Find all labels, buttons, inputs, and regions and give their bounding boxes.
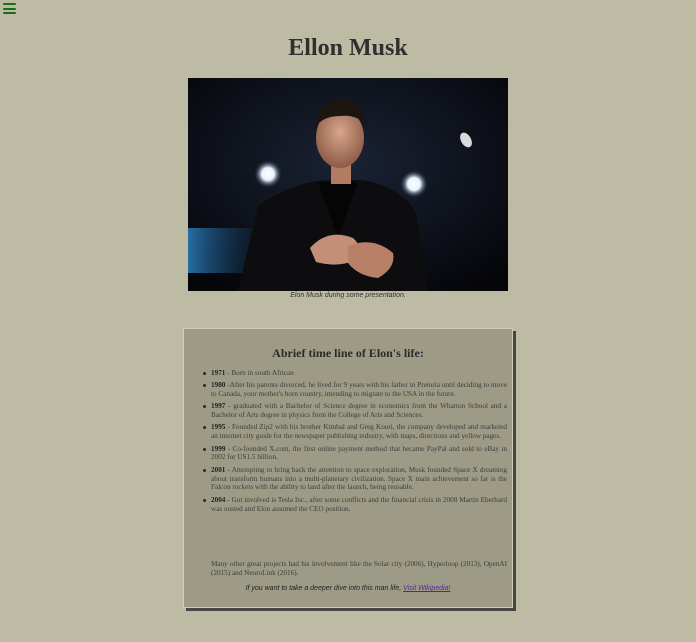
timeline-year: 2001 [211,465,226,474]
wikipedia-cta: If you want to take a deeper dive into t… [184,585,512,592]
timeline-item: 1997 - graduated with a Bachelor of Scie… [203,402,507,420]
wikipedia-cta-text: If you want to take a deeper dive into t… [245,585,404,592]
timeline-year: 2004 [211,495,226,504]
photo-illustration [188,78,508,291]
timeline-item: 2001 - Attempting to bring back the atte… [203,465,507,493]
page-title: Ellon Musk [288,35,408,61]
photo-caption: Elon Musk during some presentation. [290,292,406,299]
timeline-text: - Attempting to bring back the attention… [211,465,507,492]
timeline-list: 1971 - Born in south African 1980 -After… [203,369,507,517]
timeline-text: - Born in south African [225,369,294,377]
timeline-item: 1971 - Born in south African [203,369,507,378]
timeline-year: 1997 [211,402,226,411]
timeline-heading: Abrief time line of Elon's life: [272,346,424,360]
timeline-text: -After his parents divorced, he lived fo… [211,381,507,399]
timeline-text: - Founded Zip2 with his brother Kimbal a… [211,423,507,441]
timeline-item: 1999 - Co-founded X.com, the first onlin… [203,444,507,463]
menu-bar [3,12,16,14]
timeline-item: 1995 - Founded Zip2 with his brother Kim… [203,423,507,441]
projects-note: Many other great projects had his involv… [211,560,507,577]
timeline-item: 1980 -After his parents divorced, he liv… [203,381,507,399]
timeline-text: - graduated with a Bachelor of Science d… [211,402,507,420]
hamburger-menu-icon[interactable] [3,3,16,14]
timeline-year: 1971 [211,369,226,377]
wikipedia-link[interactable]: Visit Wikipedia! [403,585,450,592]
menu-bar [3,7,16,10]
timeline-year: 1995 [211,423,226,432]
timeline-year: 1980 [211,381,226,390]
timeline-year: 1999 [211,444,226,453]
elon-musk-photo [188,78,508,291]
timeline-text: - Co-founded X.com, the first online pay… [211,444,507,462]
timeline-text: - Got involved is Tesla Inc., after some… [211,495,507,513]
timeline-item: 2004 - Got involved is Tesla Inc., after… [203,495,507,514]
timeline-box: Abrief time line of Elon's life: 1971 - … [183,328,513,608]
menu-bar [3,3,16,5]
